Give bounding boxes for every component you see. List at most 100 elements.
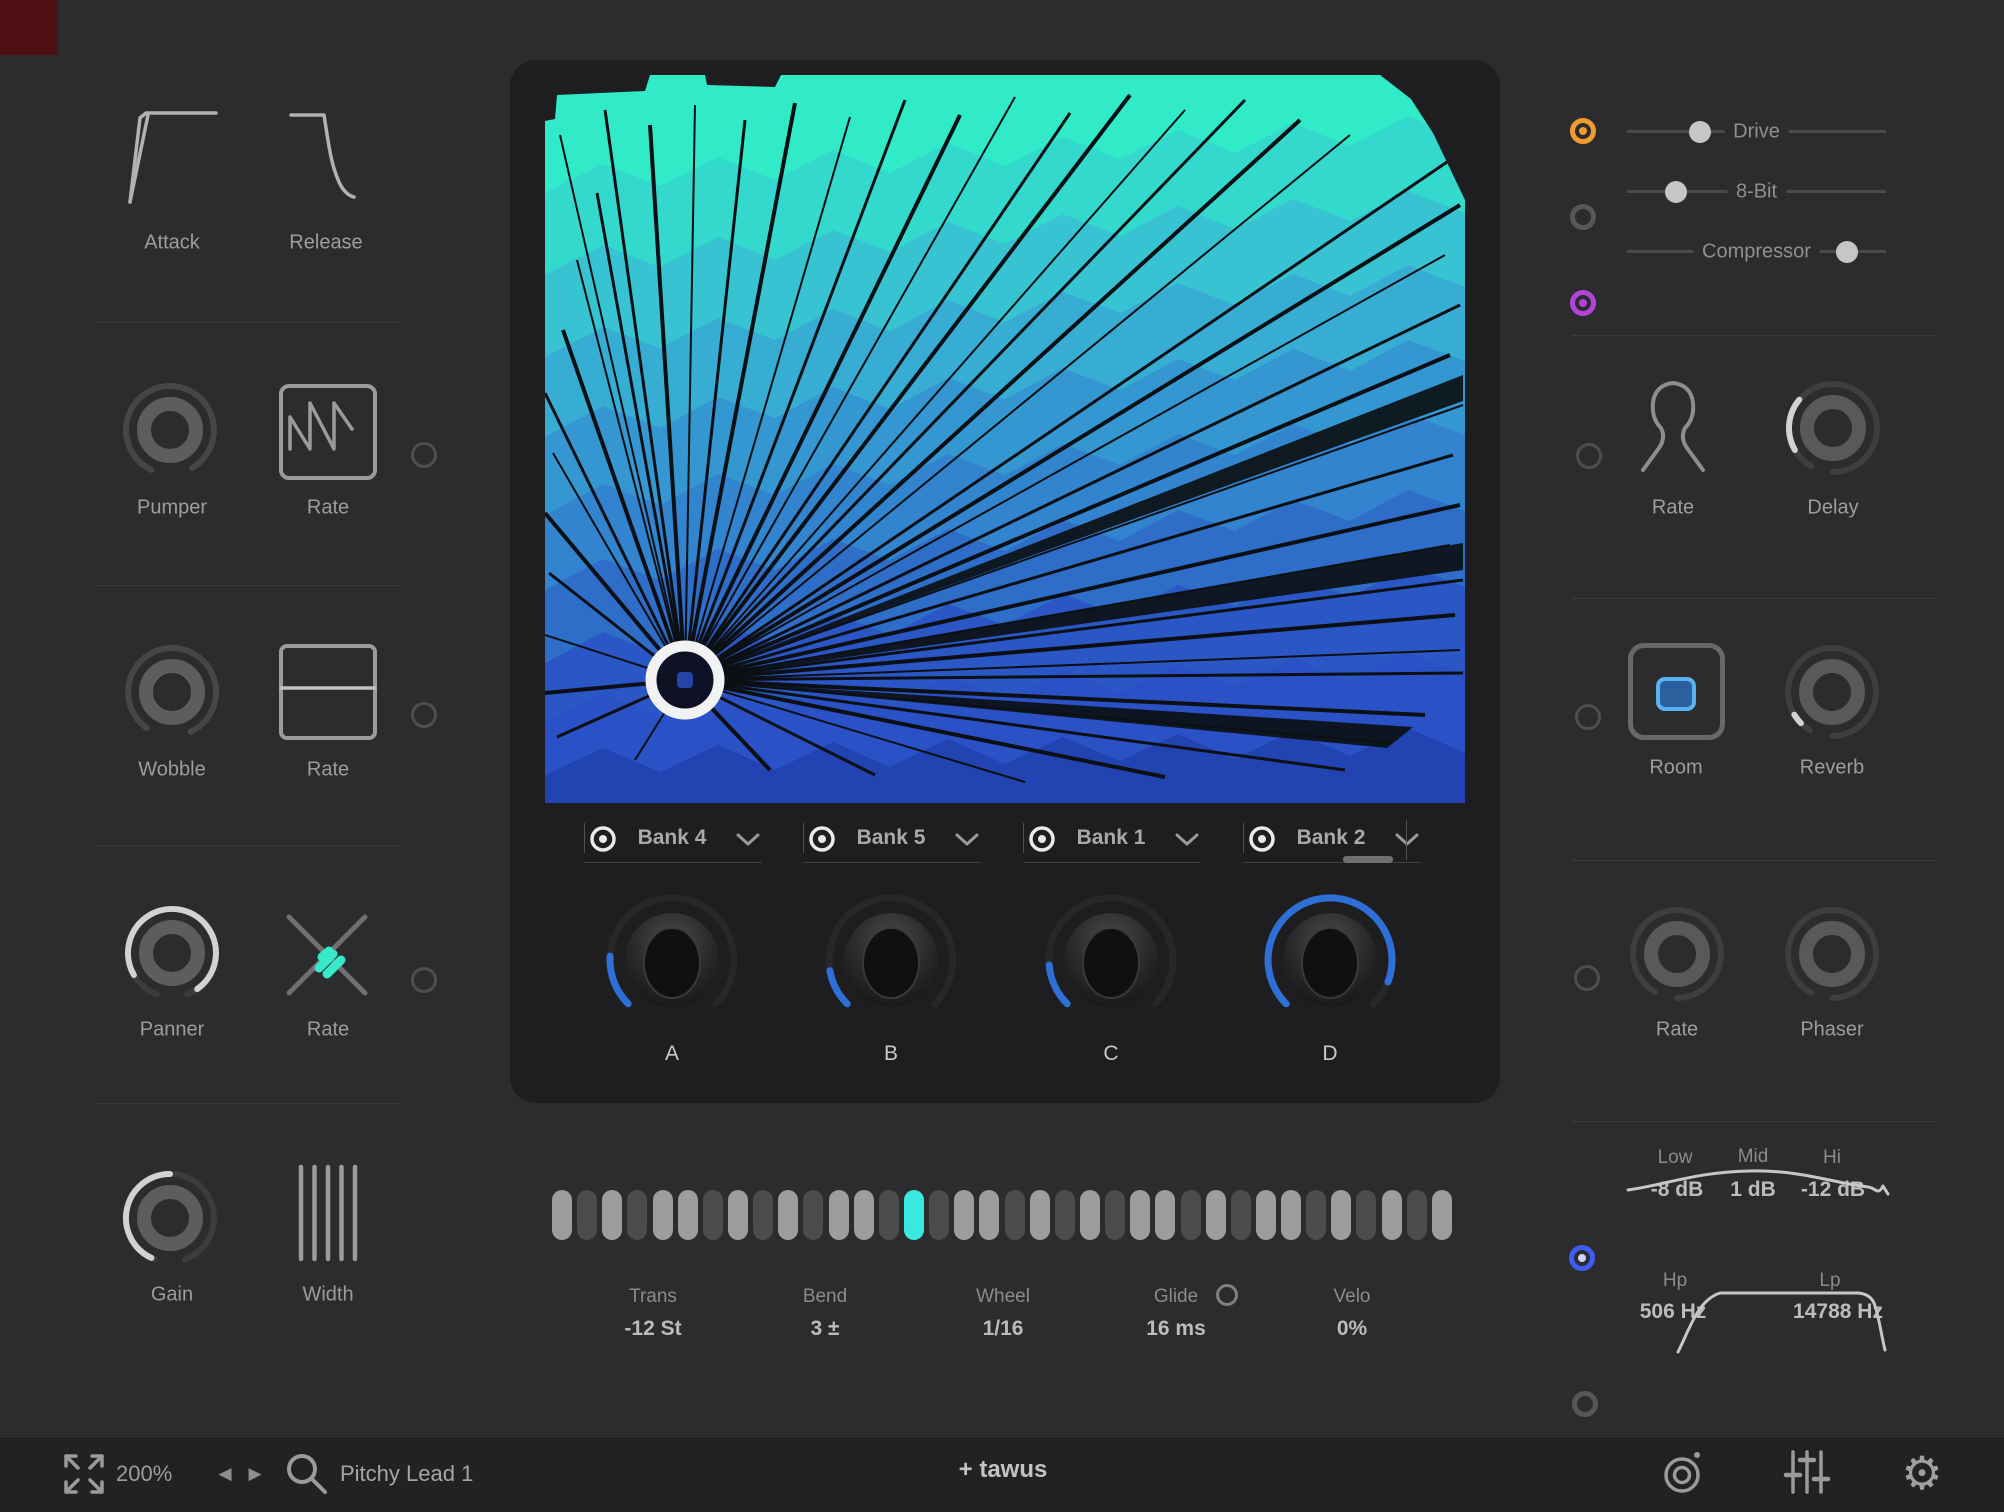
chevron-down-icon[interactable] [735,832,761,847]
bank-selector[interactable]: Bank 2 [1243,818,1423,868]
key[interactable] [854,1190,874,1240]
key[interactable] [577,1190,597,1240]
glide-value[interactable]: 16 ms [1146,1317,1206,1341]
wobble-knob[interactable] [117,637,227,752]
saw-wave-icon[interactable] [278,383,378,481]
bank-selector[interactable]: Bank 1 [1023,818,1203,868]
key[interactable] [954,1190,974,1240]
square-wave-icon[interactable] [278,643,378,741]
plugin-title[interactable]: + tawus [959,1456,1048,1484]
fx2-mod-radio[interactable] [1575,704,1601,730]
spiral-logo-icon[interactable] [1658,1448,1706,1496]
panner-mod-radio[interactable] [411,967,437,993]
key[interactable] [1206,1190,1226,1240]
key-active[interactable] [904,1190,924,1240]
width-bars-icon[interactable] [295,1163,363,1263]
key[interactable] [1331,1190,1351,1240]
wheel-label: Wheel [976,1286,1030,1308]
key[interactable] [1306,1190,1326,1240]
reverb-knob[interactable] [1777,637,1887,752]
key[interactable] [728,1190,748,1240]
key[interactable] [1281,1190,1301,1240]
key[interactable] [1231,1190,1251,1240]
key[interactable] [1407,1190,1427,1240]
wobble-mod-radio[interactable] [411,702,437,728]
gear-icon[interactable]: ⚙ [1901,1446,1942,1500]
panner-knob[interactable] [117,898,227,1013]
fx3-rate-knob[interactable] [1622,899,1732,1014]
room-icon[interactable] [1628,643,1725,740]
macro-knob-b[interactable] [806,875,976,1050]
key[interactable] [602,1190,622,1240]
pumper-knob[interactable] [115,375,225,490]
compressor-slider-handle[interactable] [1836,241,1858,263]
drive-radio[interactable] [1570,118,1596,144]
person-icon[interactable] [1618,373,1728,483]
compressor-slider[interactable]: Compressor [1627,250,1886,253]
key[interactable] [879,1190,899,1240]
zoom-level[interactable]: 200% [116,1461,172,1487]
fullscreen-icon[interactable] [58,1448,110,1500]
key[interactable] [653,1190,673,1240]
drive-slider-handle[interactable] [1689,121,1711,143]
filter-radio[interactable] [1572,1391,1598,1417]
eq-radio[interactable] [1569,1245,1595,1271]
bend-value[interactable]: 3 ± [810,1317,839,1341]
compressor-radio[interactable] [1570,290,1596,316]
key[interactable] [1356,1190,1376,1240]
trans-value[interactable]: -12 St [624,1317,681,1341]
key[interactable] [703,1190,723,1240]
preset-name[interactable]: Pitchy Lead 1 [340,1461,473,1487]
bank-selector[interactable]: Bank 5 [803,818,983,868]
pumper-mod-radio[interactable] [411,442,437,468]
key[interactable] [803,1190,823,1240]
bank-target-icon [1247,824,1277,854]
key[interactable] [1105,1190,1125,1240]
fx3-mod-radio[interactable] [1574,965,1600,991]
release-envelope-icon[interactable] [286,102,366,214]
key[interactable] [627,1190,647,1240]
gain-knob[interactable] [115,1163,225,1278]
fx1-mod-radio[interactable] [1576,443,1602,469]
key[interactable] [1432,1190,1452,1240]
key[interactable] [678,1190,698,1240]
search-icon[interactable] [282,1450,330,1498]
key[interactable] [1080,1190,1100,1240]
delay-knob[interactable] [1778,373,1888,488]
macro-knob-d[interactable] [1245,875,1415,1050]
macro-knob-a[interactable] [587,875,757,1050]
macro-knob-c[interactable] [1026,875,1196,1050]
chevron-down-icon[interactable] [1394,832,1420,847]
wheel-value[interactable]: 1/16 [983,1317,1024,1341]
key[interactable] [1155,1190,1175,1240]
attack-envelope-icon[interactable] [118,102,228,217]
prev-preset-arrow[interactable]: ◀ [218,1464,231,1484]
mixer-sliders-icon[interactable] [1783,1448,1831,1496]
key[interactable] [979,1190,999,1240]
key[interactable] [1181,1190,1201,1240]
key[interactable] [1130,1190,1150,1240]
chevron-down-icon[interactable] [954,832,980,847]
bit-slider-handle[interactable] [1665,181,1687,203]
key[interactable] [753,1190,773,1240]
bank-selector[interactable]: Bank 4 [584,818,764,868]
key[interactable] [1030,1190,1050,1240]
key[interactable] [1256,1190,1276,1240]
glide-circle-icon[interactable] [1216,1284,1238,1306]
key[interactable] [1005,1190,1025,1240]
phaser-knob[interactable] [1777,899,1887,1014]
xy-pad-visualizer[interactable] [545,75,1465,803]
key[interactable] [1382,1190,1402,1240]
bit-slider[interactable]: 8-Bit [1627,190,1886,193]
chevron-down-icon[interactable] [1174,832,1200,847]
drive-slider[interactable]: Drive [1627,130,1886,133]
key[interactable] [552,1190,572,1240]
x-scribble-icon[interactable] [277,905,377,1005]
velo-value[interactable]: 0% [1337,1317,1367,1341]
key[interactable] [829,1190,849,1240]
key[interactable] [1055,1190,1075,1240]
key[interactable] [929,1190,949,1240]
key[interactable] [778,1190,798,1240]
bit-radio[interactable] [1570,204,1596,230]
next-preset-arrow[interactable]: ▶ [248,1464,261,1484]
